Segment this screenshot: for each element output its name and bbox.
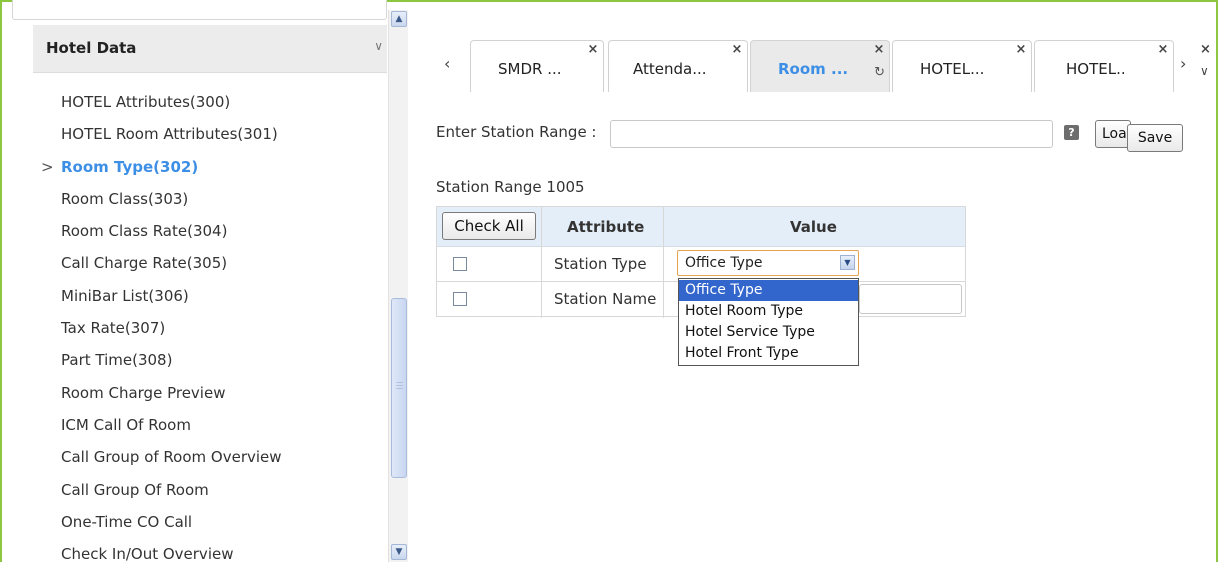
station-range-title: Station Range 1005 — [436, 178, 585, 196]
sidebar-item-label: ICM Call Of Room — [61, 415, 191, 434]
tab-label: HOTEL... — [920, 60, 985, 78]
sidebar-item-room-class[interactable]: Room Class(303) — [33, 183, 383, 215]
load-button[interactable]: Load — [1095, 120, 1131, 148]
tab-label: Room ... — [778, 60, 849, 78]
sidebar-item-one-time-co-call[interactable]: One-Time CO Call — [33, 506, 383, 538]
option-hotel-front-type[interactable]: Hotel Front Type — [679, 343, 858, 364]
sidebar-item-label: Room Class(303) — [61, 189, 189, 208]
tab-attendant[interactable]: Attenda... × — [608, 40, 748, 92]
column-divider — [663, 207, 664, 318]
close-icon[interactable]: × — [873, 43, 885, 56]
help-icon[interactable]: ? — [1064, 125, 1079, 140]
chevron-right-icon[interactable]: › — [1180, 54, 1186, 73]
sidebar-item-label: HOTEL Room Attributes(301) — [61, 125, 278, 144]
sidebar-list: HOTEL Attributes(300) HOTEL Room Attribu… — [33, 86, 383, 562]
close-icon[interactable]: × — [1015, 43, 1027, 56]
chevron-right-icon: > — [41, 157, 54, 176]
sidebar-item-label: Room Charge Preview — [61, 383, 226, 402]
refresh-icon[interactable]: ↻ — [874, 65, 885, 80]
attribute-cell-station-name: Station Name — [554, 290, 657, 308]
tab-list-dropdown-icon[interactable]: ∨ — [1200, 64, 1209, 78]
column-header-attribute: Attribute — [567, 218, 645, 236]
close-icon[interactable]: × — [1157, 43, 1169, 56]
sidebar-item-label: Call Group Of Room — [61, 480, 209, 499]
tab-hotel-room-attributes[interactable]: HOTEL.. × — [1034, 40, 1174, 92]
sidebar-item-call-charge-rate[interactable]: Call Charge Rate(305) — [33, 247, 383, 279]
chevron-down-icon[interactable]: ∨ — [374, 39, 383, 53]
sidebar-item-icm-call-of-room[interactable]: ICM Call Of Room — [33, 409, 383, 441]
sidebar-section-title: Hotel Data — [46, 39, 137, 57]
option-hotel-service-type[interactable]: Hotel Service Type — [679, 322, 858, 343]
tab-room-type[interactable]: Room ... × ↻ — [750, 40, 890, 92]
check-all-button[interactable]: Check All — [442, 212, 536, 240]
grip-icon: — — — — [396, 378, 403, 392]
sidebar-item-tax-rate[interactable]: Tax Rate(307) — [33, 312, 383, 344]
sidebar: Hotel Data ∨ HOTEL Attributes(300) HOTEL… — [12, 0, 387, 562]
scroll-up-icon[interactable]: ▲ — [391, 11, 407, 27]
sidebar-item-hotel-room-attributes[interactable]: HOTEL Room Attributes(301) — [33, 118, 383, 150]
sidebar-item-hotel-attributes[interactable]: HOTEL Attributes(300) — [33, 86, 383, 118]
sidebar-item-label: Room Type(302) — [61, 157, 199, 176]
column-divider — [541, 207, 542, 318]
close-icon[interactable]: × — [731, 43, 743, 56]
sidebar-item-room-charge-preview[interactable]: Room Charge Preview — [33, 377, 383, 409]
sidebar-item-label: One-Time CO Call — [61, 512, 193, 531]
station-range-label: Enter Station Range : — [436, 123, 597, 141]
sidebar-item-room-type[interactable]: > Room Type(302) — [33, 151, 383, 183]
tab-label: HOTEL.. — [1066, 60, 1126, 78]
sidebar-item-call-group-of-room-overview[interactable]: Call Group of Room Overview — [33, 441, 383, 473]
close-icon[interactable]: × — [587, 43, 599, 56]
tab-smdr[interactable]: SMDR ... × — [470, 40, 604, 92]
sidebar-item-room-class-rate[interactable]: Room Class Rate(304) — [33, 215, 383, 247]
sidebar-item-label: Call Group of Room Overview — [61, 448, 282, 467]
sidebar-section-header[interactable]: Hotel Data ∨ — [33, 25, 387, 73]
attribute-cell-station-type: Station Type — [554, 255, 647, 273]
tab-label: SMDR ... — [498, 60, 562, 78]
save-button[interactable]: Save — [1127, 124, 1183, 152]
chevron-down-icon[interactable]: ▼ — [840, 255, 855, 270]
sidebar-item-label: Check In/Out Overview — [61, 545, 234, 562]
sidebar-item-part-time[interactable]: Part Time(308) — [33, 344, 383, 376]
sidebar-top-box — [12, 0, 387, 20]
chevron-left-icon[interactable]: ‹ — [444, 54, 450, 73]
sidebar-item-label: Part Time(308) — [61, 351, 173, 370]
column-header-value: Value — [790, 218, 837, 236]
close-all-icon[interactable]: × — [1200, 42, 1211, 57]
station-type-dropdown-list: Office Type Hotel Room Type Hotel Servic… — [678, 278, 859, 366]
station-name-input[interactable] — [859, 284, 962, 314]
option-hotel-room-type[interactable]: Hotel Room Type — [679, 301, 858, 322]
scroll-down-icon[interactable]: ▼ — [391, 544, 407, 560]
sidebar-item-label: Tax Rate(307) — [61, 319, 166, 338]
scrollbar-thumb[interactable]: — — — — [391, 298, 407, 478]
sidebar-item-label: MiniBar List(306) — [61, 286, 189, 305]
tab-hotel-attributes[interactable]: HOTEL... × — [892, 40, 1032, 92]
option-office-type[interactable]: Office Type — [679, 280, 858, 301]
sidebar-item-label: Call Charge Rate(305) — [61, 254, 228, 273]
sidebar-item-check-in-out-overview[interactable]: Check In/Out Overview — [33, 538, 383, 562]
sidebar-item-call-group-of-room[interactable]: Call Group Of Room — [33, 474, 383, 506]
tab-label: Attenda... — [633, 60, 707, 78]
row-checkbox-station-type[interactable] — [453, 257, 467, 271]
tab-bar: ‹ SMDR ... × Attenda... × Room ... × ↻ H… — [436, 40, 1218, 92]
station-type-selected-value: Office Type — [685, 255, 763, 271]
sidebar-item-label: HOTEL Attributes(300) — [61, 93, 231, 111]
sidebar-item-label: Room Class Rate(304) — [61, 222, 228, 241]
row-checkbox-station-name[interactable] — [453, 292, 467, 306]
station-range-input[interactable] — [610, 120, 1053, 148]
sidebar-item-minibar-list[interactable]: MiniBar List(306) — [33, 280, 383, 312]
sidebar-scrollbar[interactable]: ▲ — — — ▼ — [388, 10, 408, 562]
station-type-select[interactable]: Office Type ▼ — [677, 250, 859, 276]
